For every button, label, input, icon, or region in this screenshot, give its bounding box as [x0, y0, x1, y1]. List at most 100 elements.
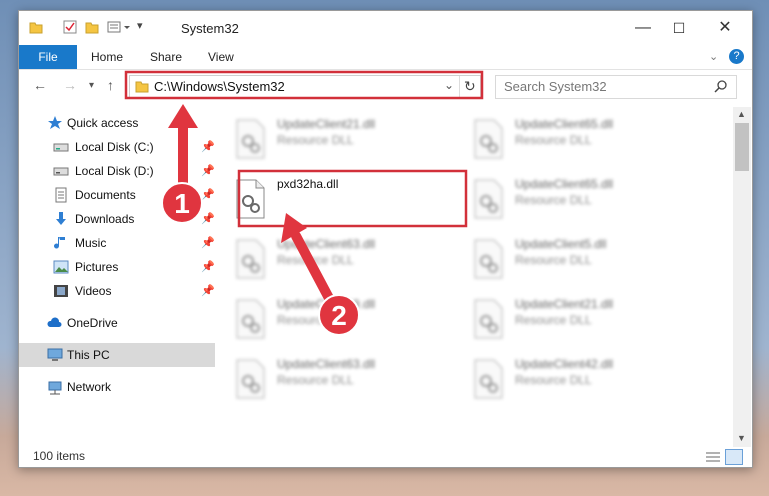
pin-icon[interactable]: 📌	[201, 212, 215, 225]
large-icons-view-icon[interactable]	[725, 449, 743, 465]
expand-ribbon-icon[interactable]: ⌄	[709, 45, 718, 69]
title-bar: ▾ System32 — ☐ ✕	[19, 11, 752, 45]
file-type: Resource DLL	[515, 313, 592, 327]
vertical-scrollbar[interactable]: ▲ ▼	[733, 107, 751, 447]
file-item[interactable]: UpdateClient65.dll Resource DLL	[467, 175, 697, 225]
file-name: UpdateClient5.dll	[515, 237, 607, 251]
file-type: Resource DLL	[277, 313, 354, 327]
pin-icon[interactable]: 📌	[201, 164, 215, 177]
network-icon	[47, 379, 63, 395]
cloud-icon	[47, 315, 63, 331]
computer-icon	[47, 347, 63, 363]
item-count: 100 items	[33, 449, 86, 463]
sidebar-item-label: OneDrive	[67, 316, 118, 330]
divider	[459, 76, 460, 98]
file-type: Resource DLL	[515, 193, 592, 207]
forward-arrow-icon[interactable]: →	[63, 77, 77, 93]
explorer-window: ▾ System32 — ☐ ✕ File Home Share View ⌄ …	[18, 10, 753, 468]
file-name: UpdateClient65.dll	[515, 117, 614, 131]
sidebar-item-label: Videos	[75, 284, 112, 298]
sidebar-item-onedrive[interactable]: OneDrive	[19, 311, 215, 335]
pin-icon[interactable]: 📌	[201, 236, 215, 249]
file-item-highlighted[interactable]: pxd32ha.dll	[229, 175, 459, 225]
close-button[interactable]: ✕	[707, 15, 743, 41]
file-name: UpdateClient21.dll	[515, 297, 614, 311]
sidebar-item-quick-access[interactable]: Quick access	[19, 111, 215, 135]
file-type: Resource DLL	[277, 133, 354, 147]
dll-file-icon	[471, 239, 505, 279]
file-item[interactable]: UpdateClient63.dll Resource DLL	[229, 355, 459, 405]
tab-share[interactable]: Share	[150, 45, 182, 69]
file-item[interactable]: UpdateClient19.dll Resource DLL	[229, 295, 459, 345]
address-bar[interactable]: C:\Windows\System32 ⌄ ↻	[129, 75, 481, 99]
ribbon: File Home Share View ⌄ ?	[19, 45, 752, 70]
sidebar-item-local-disk-c[interactable]: Local Disk (C:) 📌	[19, 135, 215, 159]
file-item[interactable]: UpdateClient5.dll Resource DLL	[467, 235, 697, 285]
details-view-icon[interactable]	[705, 450, 721, 467]
folder-icon	[135, 79, 149, 96]
sidebar-item-videos[interactable]: Videos 📌	[19, 279, 215, 303]
file-name: UpdateClient63.dll	[277, 357, 376, 371]
dll-file-icon	[233, 359, 267, 399]
search-input[interactable]: Search System32	[504, 79, 607, 94]
file-name: UpdateClient21.dll	[277, 117, 376, 131]
back-arrow-icon[interactable]: ←	[33, 77, 47, 93]
file-item[interactable]: UpdateClient65.dll Resource DLL	[467, 115, 697, 165]
sidebar-item-pictures[interactable]: Pictures 📌	[19, 255, 215, 279]
dll-file-icon	[233, 239, 267, 279]
address-dropdown-icon[interactable]: ⌄	[444, 78, 454, 92]
help-icon[interactable]: ?	[729, 49, 744, 64]
address-path[interactable]: C:\Windows\System32	[154, 79, 285, 94]
file-list: UpdateClient21.dll Resource DLL UpdateCl…	[229, 107, 734, 441]
search-box[interactable]: Search System32	[495, 75, 737, 99]
sidebar-item-documents[interactable]: Documents 📌	[19, 183, 215, 207]
drive-icon	[53, 163, 69, 179]
pin-icon[interactable]: 📌	[201, 284, 215, 297]
file-name: pxd32ha.dll	[277, 177, 339, 191]
sidebar-item-local-disk-d[interactable]: Local Disk (D:) 📌	[19, 159, 215, 183]
sidebar-item-network[interactable]: Network	[19, 375, 215, 399]
dll-file-icon	[233, 119, 267, 159]
file-type: Resource DLL	[277, 253, 354, 267]
sidebar-item-label: Pictures	[75, 260, 119, 274]
sidebar-item-this-pc[interactable]: This PC	[19, 343, 215, 367]
pin-icon[interactable]: 📌	[201, 260, 215, 273]
sidebar-item-downloads[interactable]: Downloads 📌	[19, 207, 215, 231]
maximize-button[interactable]: ☐	[661, 15, 697, 41]
tab-home[interactable]: Home	[91, 45, 123, 69]
recent-locations-icon[interactable]: ▾	[89, 80, 94, 91]
navigation-bar: ← → ▾ ↑ C:\Windows\System32 ⌄ ↻ Search S…	[19, 71, 752, 101]
file-item[interactable]: UpdateClient42.dll Resource DLL	[467, 355, 697, 405]
videos-icon	[53, 283, 69, 299]
sidebar-item-music[interactable]: Music 📌	[19, 231, 215, 255]
up-arrow-icon[interactable]: ↑	[107, 77, 114, 93]
file-type: Resource DLL	[515, 253, 592, 267]
tab-file[interactable]: File	[19, 45, 77, 69]
sidebar-item-label: Music	[75, 236, 107, 250]
dropdown-arrow-icon[interactable]: ▾	[137, 19, 143, 32]
customize-toolbar-icon[interactable]	[107, 20, 133, 37]
new-folder-icon[interactable]	[85, 20, 99, 37]
tab-view[interactable]: View	[208, 45, 234, 69]
file-item[interactable]: UpdateClient21.dll Resource DLL	[467, 295, 697, 345]
scroll-down-icon[interactable]: ▼	[737, 433, 746, 443]
scroll-up-icon[interactable]: ▲	[737, 109, 746, 119]
minimize-button[interactable]: —	[625, 15, 661, 41]
navigation-pane: Quick access Local Disk (C:) 📌 Local Dis…	[19, 111, 215, 449]
pin-icon[interactable]: 📌	[201, 188, 215, 201]
file-name: UpdateClient42.dll	[515, 357, 614, 371]
dll-file-icon	[471, 179, 505, 219]
refresh-icon[interactable]: ↻	[464, 78, 476, 95]
file-name: UpdateClient63.dll	[277, 237, 376, 251]
music-icon	[53, 235, 69, 251]
file-item[interactable]: UpdateClient63.dll Resource DLL	[229, 235, 459, 285]
file-item[interactable]: UpdateClient21.dll Resource DLL	[229, 115, 459, 165]
pin-icon[interactable]: 📌	[201, 140, 215, 153]
sidebar-item-label: This PC	[67, 348, 110, 362]
documents-icon	[53, 187, 69, 203]
scrollbar-thumb[interactable]	[735, 123, 749, 171]
status-bar: 100 items	[19, 447, 752, 467]
properties-icon[interactable]	[63, 20, 77, 37]
search-icon[interactable]	[714, 79, 728, 96]
star-icon	[47, 115, 63, 131]
